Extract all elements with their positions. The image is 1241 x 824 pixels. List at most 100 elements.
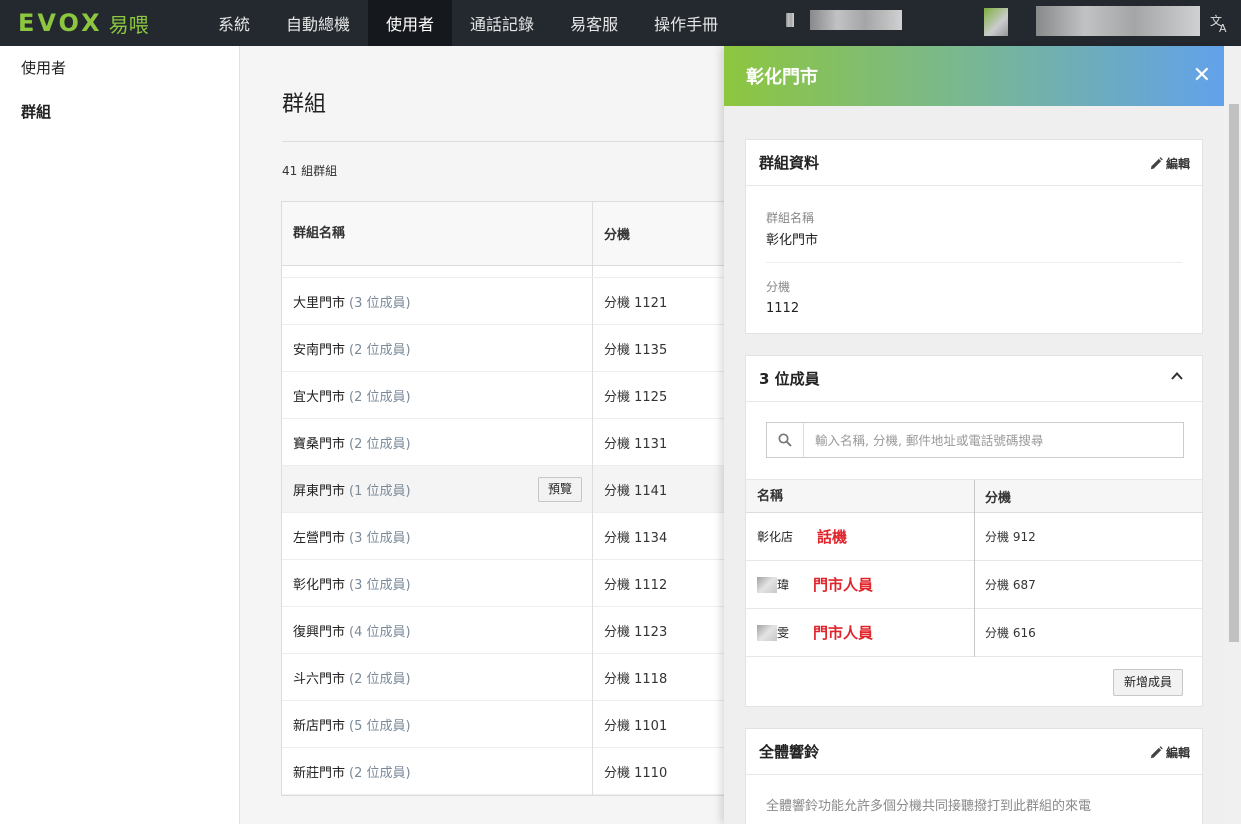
table-row[interactable]: 大里門市 (3 位成員) 分機 1121 bbox=[282, 277, 800, 325]
member-count: (5 位成員) bbox=[349, 718, 411, 734]
top-navbar: EVOX 易喂 系統 自動總機 使用者 通話記錄 易客服 操作手冊 文A bbox=[0, 0, 1241, 46]
card-header: 全體響鈴 編輯 bbox=[746, 729, 1202, 775]
member-role: 門市人員 bbox=[813, 624, 874, 642]
member-name: 彰化店 bbox=[757, 530, 794, 544]
page-title: 群組 bbox=[282, 92, 327, 117]
table-row[interactable]: 復興門市 (4 位成員) 分機 1123 bbox=[282, 606, 800, 654]
column-header-group-name[interactable]: 群組名稱 bbox=[282, 201, 593, 266]
preview-button[interactable]: 預覽 bbox=[537, 476, 582, 502]
table-row[interactable]: 新莊門市 (2 位成員) 分機 1110 bbox=[282, 747, 800, 795]
group-name: 安南門市 bbox=[293, 342, 346, 358]
table-row[interactable]: 安南門市 (2 位成員) 分機 1135 bbox=[282, 324, 800, 372]
group-count: 41 組群組 bbox=[282, 164, 338, 178]
scrollbar-thumb[interactable] bbox=[1229, 104, 1239, 642]
redacted-user-name[interactable] bbox=[1036, 6, 1200, 36]
add-member-button[interactable]: 新增成員 bbox=[1112, 669, 1183, 696]
translate-icon[interactable]: 文A bbox=[1209, 12, 1231, 35]
member-count: (2 位成員) bbox=[349, 671, 411, 687]
sidebar-item-users[interactable]: 使用者 bbox=[0, 46, 239, 90]
sidebar-item-groups[interactable]: 群組 bbox=[0, 90, 239, 135]
group-name: 新莊門市 bbox=[293, 765, 346, 781]
nav-item-customer-service[interactable]: 易客服 bbox=[552, 0, 636, 46]
column-header-extension: 分機 bbox=[985, 490, 1012, 506]
extension-cell: 分機 1125 bbox=[604, 389, 668, 405]
sidebar: 使用者 群組 bbox=[0, 46, 240, 824]
extension-cell: 分機 1141 bbox=[604, 483, 668, 499]
groups-table: 群組名稱 分機 大里門市 (3 位成員) 分機 1121 安南門市 (2 位成員) 分機 … bbox=[281, 201, 801, 796]
group-name-cell: 新店門市 (5 位成員) bbox=[282, 700, 593, 748]
nav-item-manual[interactable]: 操作手冊 bbox=[636, 0, 736, 46]
redacted-account-info bbox=[810, 10, 902, 30]
group-name: 斗六門市 bbox=[293, 671, 346, 687]
logo-text: EVOX bbox=[18, 9, 103, 37]
card-header: 群組資料 編輯 bbox=[746, 140, 1202, 186]
group-name-cell: 屏東門市 (1 位成員) 預覽 bbox=[282, 465, 593, 513]
group-info-card: 群組資料 編輯 群組名稱 彰化門市 分機 1112 bbox=[745, 139, 1203, 334]
extension-cell: 分機 1118 bbox=[604, 671, 668, 687]
member-row[interactable]: 彰化店 話機 分機 912 bbox=[746, 512, 1202, 561]
member-role: 話機 bbox=[817, 528, 848, 546]
members-table-header: 名稱 分機 bbox=[746, 479, 1202, 513]
table-row[interactable]: 宜大門市 (2 位成員) 分機 1125 bbox=[282, 371, 800, 419]
nav-item-auto-attendant[interactable]: 自動總機 bbox=[268, 0, 368, 46]
group-name: 屏東門市 bbox=[293, 483, 346, 499]
extension-cell: 分機 1123 bbox=[604, 624, 668, 640]
svg-text:A: A bbox=[1219, 22, 1227, 34]
search-icon bbox=[767, 423, 804, 457]
close-icon[interactable]: ✕ bbox=[1193, 64, 1211, 88]
redacted-name bbox=[757, 624, 777, 641]
logo[interactable]: EVOX 易喂 bbox=[0, 0, 200, 46]
card-header: 3 位成員 bbox=[746, 356, 1202, 402]
group-name-cell: 斗六門市 (2 位成員) bbox=[282, 653, 593, 701]
card-title: 3 位成員 bbox=[759, 370, 820, 388]
member-count: (2 位成員) bbox=[349, 765, 411, 781]
table-spacer bbox=[282, 266, 800, 278]
nav-item-system[interactable]: 系統 bbox=[200, 0, 268, 46]
group-name-cell: 左營門市 (3 位成員) bbox=[282, 512, 593, 560]
extension-cell: 分機 1110 bbox=[604, 765, 668, 781]
member-search bbox=[766, 422, 1184, 458]
card-title: 群組資料 bbox=[759, 154, 820, 172]
column-header-extension[interactable]: 分機 bbox=[593, 224, 630, 243]
group-name: 寶桑門市 bbox=[293, 436, 346, 452]
member-name: 瑋 bbox=[777, 578, 790, 592]
member-count: (2 位成員) bbox=[349, 436, 411, 452]
extension-cell: 分機 1101 bbox=[604, 718, 668, 734]
redacted-account-info bbox=[786, 13, 794, 27]
member-count: (2 位成員) bbox=[349, 389, 411, 405]
chevron-up-icon[interactable] bbox=[1170, 369, 1184, 383]
ring-all-card: 全體響鈴 編輯 全體響鈴功能允許多個分機共同接聽撥打到此群組的來電 bbox=[745, 728, 1203, 824]
table-row[interactable]: 彰化門市 (3 位成員) 分機 1112 bbox=[282, 559, 800, 607]
redacted-user-avatar[interactable] bbox=[984, 8, 1008, 36]
nav-item-call-log[interactable]: 通話記錄 bbox=[452, 0, 552, 46]
member-search-input[interactable] bbox=[804, 432, 1174, 448]
group-name-cell: 新莊門市 (2 位成員) bbox=[282, 747, 593, 795]
table-row[interactable]: 新店門市 (5 位成員) 分機 1101 bbox=[282, 700, 800, 748]
table-header: 群組名稱 分機 bbox=[282, 201, 800, 266]
member-row[interactable]: 瑋 門市人員 分機 687 bbox=[746, 560, 1202, 609]
group-name: 宜大門市 bbox=[293, 389, 346, 405]
edit-ring-all-button[interactable]: 編輯 bbox=[1150, 744, 1190, 761]
member-count: (1 位成員) bbox=[349, 483, 411, 499]
group-name: 大里門市 bbox=[293, 295, 346, 311]
member-count: (4 位成員) bbox=[349, 624, 411, 640]
table-row[interactable]: 屏東門市 (1 位成員) 預覽 分機 1141 bbox=[282, 465, 800, 513]
table-row[interactable]: 斗六門市 (2 位成員) 分機 1118 bbox=[282, 653, 800, 701]
table-row[interactable]: 左營門市 (3 位成員) 分機 1134 bbox=[282, 512, 800, 560]
group-name-value: 彰化門市 bbox=[766, 233, 819, 248]
ring-all-description: 全體響鈴功能允許多個分機共同接聽撥打到此群組的來電 bbox=[766, 799, 1092, 814]
nav-item-users[interactable]: 使用者 bbox=[368, 0, 453, 46]
table-row[interactable]: 寶桑門市 (2 位成員) 分機 1131 bbox=[282, 418, 800, 466]
members-card: 3 位成員 名稱 分機 彰化店 話機 分機 912 bbox=[745, 355, 1203, 707]
pencil-icon bbox=[1150, 157, 1163, 170]
member-name: 雯 bbox=[777, 626, 790, 640]
extension-cell: 分機 1134 bbox=[604, 530, 668, 546]
group-name-cell: 宜大門市 (2 位成員) bbox=[282, 371, 593, 419]
member-row[interactable]: 雯 門市人員 分機 616 bbox=[746, 608, 1202, 657]
extension-label: 分機 bbox=[766, 280, 791, 294]
edit-group-button[interactable]: 編輯 bbox=[1150, 155, 1190, 172]
logo-cn-text: 易喂 bbox=[108, 12, 149, 37]
member-extension: 分機 687 bbox=[985, 578, 1036, 592]
member-extension: 分機 616 bbox=[985, 626, 1036, 640]
member-extension: 分機 912 bbox=[985, 530, 1036, 544]
